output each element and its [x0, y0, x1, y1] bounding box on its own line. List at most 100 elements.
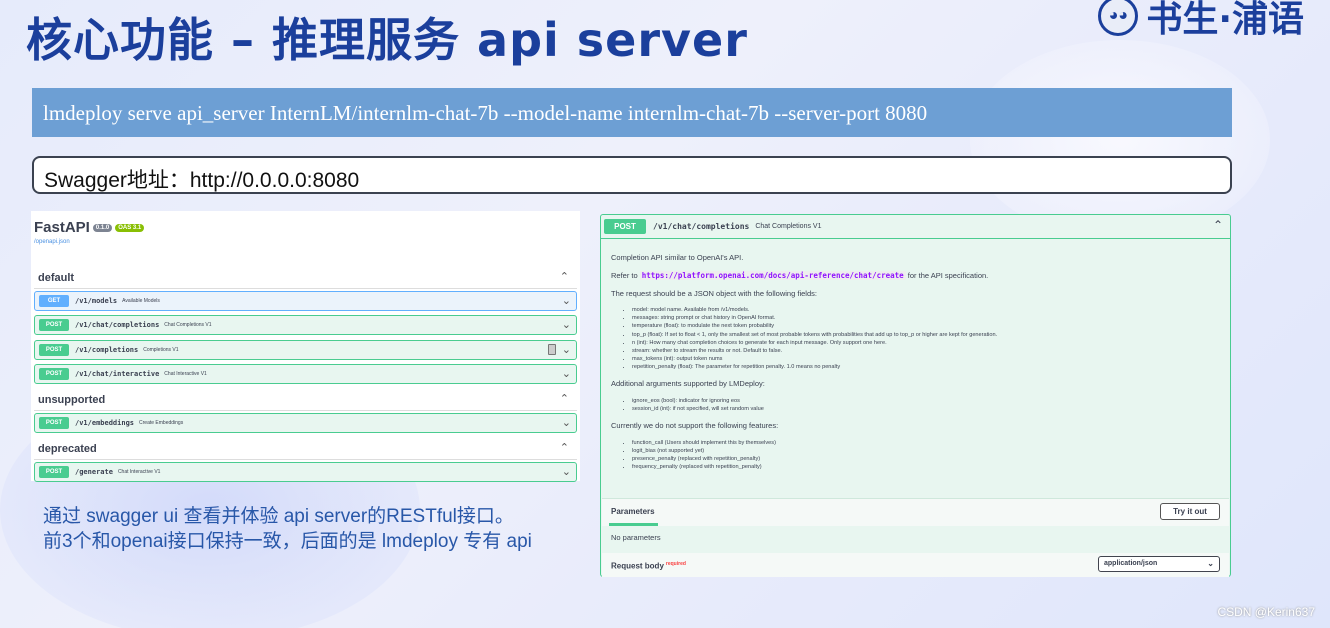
- unsupported-list: function_call (Users should implement th…: [632, 439, 1221, 471]
- list-item: ignore_eos (bool): indicator for ignorin…: [632, 397, 1221, 405]
- operation-summary: Available Models: [122, 298, 160, 304]
- operation-summary: Chat Interactive V1: [164, 371, 207, 377]
- chevron-down-icon: ⌄: [561, 368, 571, 380]
- chevron-down-icon: ⌄: [561, 295, 571, 307]
- try-it-out-button[interactable]: Try it out: [1160, 503, 1220, 520]
- lock-icon[interactable]: [548, 344, 556, 355]
- logo-text: 书生·浦语: [1146, 0, 1304, 40]
- group-label: unsupported: [38, 394, 106, 406]
- chevron-up-icon: ⌃: [559, 442, 569, 454]
- operation-summary: Chat Interactive V1: [117, 469, 161, 475]
- operation-path: /v1/chat/completions: [75, 321, 160, 329]
- operation-summary: Chat Completions V1: [164, 322, 212, 328]
- operation-detail-header[interactable]: POST /v1/chat/completions Chat Completio…: [601, 215, 1230, 239]
- logo-mascot-icon: ◕◕: [1098, 0, 1139, 36]
- method-badge: GET: [39, 295, 69, 307]
- chevron-down-icon: ⌄: [561, 319, 571, 331]
- operation-summary: Create Embeddings: [139, 420, 184, 426]
- list-item: temperature (float): to modulate the nex…: [632, 322, 1221, 330]
- request-body-text: Request body: [611, 561, 664, 571]
- description-refer: Refer to https://platform.openai.com/doc…: [611, 270, 1221, 281]
- logo: ◕◕ 书生·浦语: [1098, 0, 1304, 42]
- description-line: 通过 swagger ui 查看并体验 api server的RESTful接口…: [43, 506, 514, 527]
- chevron-up-icon: ⌃: [559, 271, 569, 283]
- operation-description: Completion API similar to OpenAI's API. …: [611, 253, 1221, 479]
- operation-post-embeddings[interactable]: POST /v1/embeddings Create Embeddings ⌄: [34, 413, 577, 433]
- method-badge: POST: [39, 466, 69, 478]
- oas-badge: OAS 3.1: [115, 223, 145, 232]
- openapi-link[interactable]: /openapi.json: [34, 239, 70, 245]
- tab-parameters[interactable]: Parameters: [611, 507, 655, 516]
- list-item: frequency_penalty (replaced with repetit…: [632, 463, 1221, 471]
- description-intro: Completion API similar to OpenAI's API.: [611, 253, 744, 262]
- operation-path: /generate: [75, 468, 113, 476]
- watermark-credit: CSDN @Kerin637: [1217, 605, 1315, 619]
- fastapi-title: FastAPI: [34, 219, 90, 236]
- unsupported-intro: Currently we do not support the followin…: [611, 421, 779, 431]
- list-item: messages: string prompt or chat history …: [632, 314, 1221, 322]
- group-unsupported[interactable]: unsupported ⌃: [34, 389, 577, 411]
- tab-indicator: [609, 523, 658, 526]
- refer-suffix: for the API specification.: [907, 270, 989, 280]
- operation-summary: Chat Completions V1: [755, 223, 822, 230]
- list-item: function_call (Users should implement th…: [632, 439, 1221, 447]
- refer-prefix: Refer to: [611, 270, 638, 280]
- no-parameters-text: No parameters: [611, 533, 661, 542]
- content-type-select[interactable]: application/json ⌄: [1098, 556, 1220, 572]
- content-type-value: application/json: [1104, 560, 1158, 567]
- operation-summary: Completions V1: [143, 347, 179, 353]
- list-item: n (int): How many chat completion choice…: [632, 339, 1221, 347]
- swagger-overview: FastAPI 0.1.0 OAS 3.1 /openapi.json defa…: [31, 211, 580, 482]
- operation-post-chat-interactive[interactable]: POST /v1/chat/interactive Chat Interacti…: [34, 364, 577, 384]
- slide-description: 通过 swagger ui 查看并体验 api server的RESTful接口…: [43, 504, 532, 554]
- method-badge: POST: [39, 417, 69, 429]
- fields-list: model: model name. Available from /v1/mo…: [632, 306, 1221, 371]
- fields-intro: The request should be a JSON object with…: [611, 288, 817, 298]
- operation-post-completions[interactable]: POST /v1/completions Completions V1 ⌄: [34, 340, 577, 360]
- swagger-address: Swagger地址：http://0.0.0.0:8080: [32, 156, 1232, 194]
- chevron-down-icon: ⌄: [561, 344, 571, 356]
- parameters-bar: Parameters Try it out: [602, 498, 1229, 526]
- chevron-down-icon: ⌄: [1207, 559, 1214, 568]
- request-body-bar: Request body required application/json ⌄: [602, 553, 1229, 577]
- version-badge: 0.1.0: [92, 223, 113, 232]
- chevron-down-icon: ⌄: [561, 466, 571, 478]
- group-default[interactable]: default ⌃: [34, 267, 577, 289]
- group-label: deprecated: [38, 443, 97, 455]
- list-item: presence_penalty (replaced with repetiti…: [632, 455, 1221, 463]
- request-body-label: Request body required: [611, 561, 686, 571]
- chevron-up-icon: ⌃: [1212, 218, 1223, 232]
- method-badge: POST: [604, 219, 646, 234]
- chevron-up-icon: ⌃: [559, 393, 569, 405]
- list-item: top_p (float): If set to float < 1, only…: [632, 331, 1221, 339]
- list-item: logit_bias (not supported yet): [632, 447, 1221, 455]
- list-item: model: model name. Available from /v1/mo…: [632, 306, 1221, 314]
- fastapi-header: FastAPI 0.1.0 OAS 3.1: [34, 219, 145, 236]
- operation-post-generate[interactable]: POST /generate Chat Interactive V1 ⌄: [34, 462, 577, 482]
- list-item: repetition_penalty (float): The paramete…: [632, 363, 1221, 371]
- method-badge: POST: [39, 368, 69, 380]
- additional-intro: Additional arguments supported by LMDepl…: [611, 379, 765, 389]
- slide-title: 核心功能 – 推理服务 api server: [26, 13, 748, 67]
- refer-link[interactable]: https://platform.openai.com/docs/api-ref…: [639, 270, 906, 280]
- group-deprecated[interactable]: deprecated ⌃: [34, 438, 577, 460]
- list-item: stream: whether to stream the results or…: [632, 347, 1221, 355]
- group-label: default: [38, 272, 75, 284]
- required-marker: required: [665, 561, 686, 567]
- operation-detail: POST /v1/chat/completions Chat Completio…: [600, 214, 1231, 577]
- operation-post-chat-completions[interactable]: POST /v1/chat/completions Chat Completio…: [34, 315, 577, 335]
- operation-path: /v1/models: [75, 297, 118, 305]
- operation-get-models[interactable]: GET /v1/models Available Models ⌄: [34, 291, 577, 311]
- chevron-down-icon: ⌄: [561, 417, 571, 429]
- list-item: session_id (int): if not specified, will…: [632, 405, 1221, 413]
- description-line: 前3个和openai接口保持一致，后面的是 lmdeploy 专有 api: [43, 531, 532, 552]
- operation-path: /v1/completions: [75, 346, 139, 354]
- list-item: max_tokens (int): output token nums: [632, 355, 1221, 363]
- operation-path: /v1/chat/interactive: [75, 370, 160, 378]
- method-badge: POST: [39, 344, 69, 356]
- operation-path: /v1/embeddings: [75, 419, 135, 427]
- additional-list: ignore_eos (bool): indicator for ignorin…: [632, 397, 1221, 413]
- command-bar: lmdeploy serve api_server InternLM/inter…: [32, 88, 1232, 137]
- background-glow: [970, 40, 1270, 240]
- operation-path: /v1/chat/completions: [653, 222, 750, 231]
